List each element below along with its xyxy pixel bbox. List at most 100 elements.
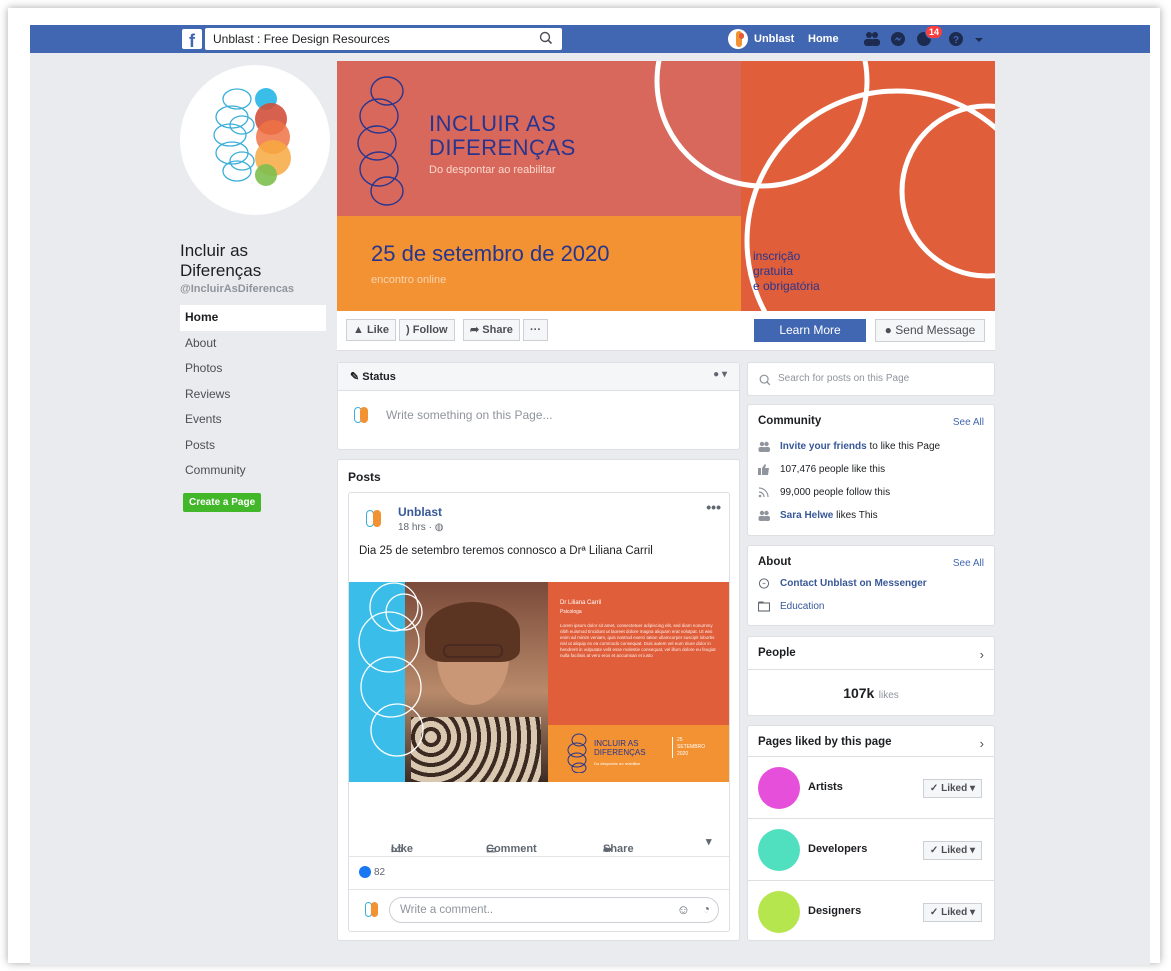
post-author-avatar[interactable] bbox=[362, 507, 386, 531]
page-search-input[interactable]: Search for posts on this Page bbox=[747, 362, 995, 396]
liked-page-name[interactable]: Designers bbox=[808, 905, 861, 917]
image-title-line2: DIFERENÇAS bbox=[594, 748, 646, 757]
category-link[interactable]: Education bbox=[780, 601, 824, 612]
about-see-all-link[interactable]: See All bbox=[953, 558, 984, 569]
audience-dropdown-icon[interactable]: ● ▾ bbox=[713, 369, 727, 380]
emoji-icon[interactable]: ☺ bbox=[677, 902, 690, 917]
more-options-button[interactable]: ··· bbox=[523, 319, 548, 341]
topbar-icons: 14 ? bbox=[863, 25, 999, 48]
share-page-button[interactable]: ➦ Share bbox=[463, 319, 520, 341]
facebook-logo-icon[interactable]: f bbox=[182, 29, 202, 49]
profile-name: Unblast bbox=[754, 33, 795, 45]
pages-liked-title[interactable]: Pages liked by this page bbox=[748, 726, 994, 756]
search-icon[interactable] bbox=[538, 30, 554, 46]
contact-messenger-link[interactable]: Contact Unblast on Messenger bbox=[780, 578, 927, 589]
image-date-day: 25 bbox=[677, 737, 683, 743]
cover-registration-line3: e obrigatória bbox=[753, 279, 820, 293]
like-reaction-icon bbox=[359, 866, 371, 878]
post-author[interactable]: Unblast bbox=[398, 505, 442, 519]
follow-label: Follow bbox=[412, 324, 448, 336]
comment-input[interactable]: Write a comment.. ☺ ◔ bbox=[389, 897, 719, 923]
home-link[interactable]: Home bbox=[808, 33, 839, 45]
friend-name-link[interactable]: Sara Helwe bbox=[780, 510, 833, 521]
nav-item-events[interactable]: Events bbox=[180, 407, 330, 433]
learn-more-button[interactable]: Learn More bbox=[754, 319, 866, 342]
account-menu-icon[interactable] bbox=[973, 30, 991, 48]
thumbs-up-icon bbox=[758, 464, 769, 475]
page-search-placeholder: Search for posts on this Page bbox=[778, 373, 910, 384]
profile-picture[interactable] bbox=[180, 65, 330, 215]
top-bar: f Unblast : Free Design Resources Unblas… bbox=[30, 25, 1150, 53]
community-see-all-link[interactable]: See All bbox=[953, 417, 984, 428]
window-frame: f Unblast : Free Design Resources Unblas… bbox=[8, 8, 1160, 965]
nav-item-home[interactable]: Home bbox=[180, 305, 326, 331]
post: Unblast 18 hrs · ◍ ••• Dia 25 de setembr… bbox=[348, 492, 730, 932]
cover-registration-line2: gratuita bbox=[753, 264, 794, 278]
invite-friends-link[interactable]: Invite your friends bbox=[780, 441, 867, 452]
community-card: Community See All Invite your friends to… bbox=[747, 404, 995, 536]
svg-text:?: ? bbox=[953, 35, 959, 46]
post-time: 18 hrs bbox=[398, 522, 426, 533]
page-nav: Home About Photos Reviews Events Posts C… bbox=[180, 305, 330, 484]
page-avatar[interactable] bbox=[758, 767, 800, 809]
posts-section: Posts Unblast 18 hrs · ◍ ••• Dia 25 de s… bbox=[337, 459, 740, 941]
liked-button[interactable]: ✓ Liked ▾ bbox=[922, 841, 982, 860]
left-column: Incluir as Diferenças @IncluirAsDiferenc… bbox=[180, 65, 330, 512]
share-options-chevron-icon[interactable]: ▾ bbox=[706, 835, 712, 848]
chevron-right-icon[interactable]: › bbox=[980, 736, 984, 751]
post-comment-label: Comment bbox=[486, 843, 537, 855]
liked-button[interactable]: ✓ Liked ▾ bbox=[922, 779, 982, 798]
post-image[interactable]: Dr Liliana Carril Psicologa Lorem ipsum … bbox=[349, 582, 729, 782]
status-tab[interactable]: ✎ Status ● ▾ bbox=[338, 363, 739, 391]
page-avatar[interactable] bbox=[758, 891, 800, 933]
send-message-label: Send Message bbox=[895, 323, 976, 337]
post-options-icon[interactable]: ••• bbox=[706, 499, 721, 515]
chevron-right-icon[interactable]: › bbox=[980, 647, 984, 662]
follow-button[interactable]: ) Follow bbox=[399, 319, 455, 341]
status-input[interactable]: Write something on this Page... bbox=[338, 391, 739, 439]
help-icon[interactable]: ? bbox=[947, 30, 965, 48]
people-title[interactable]: People bbox=[748, 637, 994, 659]
globe-icon: ◍ bbox=[434, 522, 444, 533]
about-category-row: Education bbox=[748, 595, 994, 618]
like-page-button[interactable]: ▲ Like bbox=[346, 319, 396, 341]
page-username[interactable]: @IncluirAsDiferencas bbox=[180, 283, 330, 295]
messenger-icon[interactable] bbox=[889, 30, 907, 48]
posts-heading: Posts bbox=[348, 470, 381, 484]
facebook-page: f Unblast : Free Design Resources Unblas… bbox=[30, 25, 1150, 965]
nav-item-photos[interactable]: Photos bbox=[180, 356, 330, 382]
friend-likes-text: likes This bbox=[833, 510, 878, 521]
reactions-count[interactable]: 82 bbox=[359, 866, 385, 878]
post-timestamp[interactable]: 18 hrs · ◍ bbox=[398, 522, 443, 533]
cover-title-line2: DIFERENÇAS bbox=[429, 135, 576, 160]
liked-page-row: Developers ✓ Liked ▾ bbox=[748, 818, 994, 880]
people-icon bbox=[758, 510, 770, 521]
messenger-icon bbox=[758, 578, 770, 589]
nav-item-about[interactable]: About bbox=[180, 331, 330, 357]
about-card: About See All Contact Unblast on Messeng… bbox=[747, 545, 995, 626]
liked-button[interactable]: ✓ Liked ▾ bbox=[922, 903, 982, 922]
nav-item-posts[interactable]: Posts bbox=[180, 433, 330, 459]
liked-page-name[interactable]: Developers bbox=[808, 843, 867, 855]
friend-requests-icon[interactable] bbox=[863, 30, 881, 48]
page-avatar[interactable] bbox=[758, 829, 800, 871]
send-message-button[interactable]: ● Send Message bbox=[875, 319, 985, 342]
cover-photo[interactable]: INCLUIR AS DIFERENÇAS Do despontar ao rea… bbox=[337, 61, 995, 311]
nav-item-community[interactable]: Community bbox=[180, 458, 330, 484]
page-follows-text: 99,000 people follow this bbox=[780, 487, 891, 498]
nav-item-reviews[interactable]: Reviews bbox=[180, 382, 330, 408]
cover-title: INCLUIR AS DIFERENÇAS bbox=[429, 112, 576, 160]
sticker-icon[interactable]: ◔ bbox=[703, 902, 710, 916]
pages-liked-list: Artists ✓ Liked ▾ Developers ✓ Liked ▾ Desig… bbox=[748, 756, 994, 942]
post-like-label: Like bbox=[391, 843, 414, 855]
create-page-button[interactable]: Create a Page bbox=[183, 492, 262, 512]
liked-page-row: Designers ✓ Liked ▾ bbox=[748, 880, 994, 942]
search-input[interactable]: Unblast : Free Design Resources bbox=[205, 28, 562, 50]
image-title: INCLUIR AS DIFERENÇAS bbox=[594, 739, 646, 757]
notifications-icon[interactable]: 14 bbox=[915, 25, 944, 48]
profile-link[interactable]: Unblast bbox=[728, 29, 794, 49]
liked-page-name[interactable]: Artists bbox=[808, 781, 843, 793]
people-card: People › 107k likes bbox=[747, 636, 995, 716]
thumbs-up-icon: ▲ bbox=[353, 324, 364, 336]
image-subtitle: Do despontar ao reabilitar bbox=[594, 761, 641, 766]
